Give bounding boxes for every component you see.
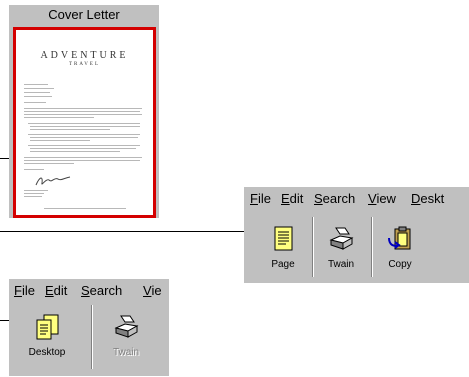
letter-text-line [24, 157, 142, 158]
letter-text-line [24, 92, 50, 93]
letter-text-line [30, 137, 138, 138]
connector-line [0, 231, 244, 232]
menu-search[interactable]: Search [314, 191, 355, 206]
connector-line [0, 320, 9, 321]
letter-text-line [24, 190, 48, 191]
copy-clipboard-icon [388, 226, 411, 250]
letter-text-line [24, 193, 44, 194]
toolbar-panel-small: File Edit Search Vie Desktop Twain [9, 279, 169, 376]
letterhead-brand-name: ADVENTURE [40, 50, 129, 61]
letter-text-line [24, 114, 142, 115]
menu-edit[interactable]: Edit [281, 191, 303, 206]
signature-icon [35, 176, 71, 186]
connector-line [0, 158, 9, 159]
letter-text-line [28, 123, 140, 124]
menu-file[interactable]: File [250, 191, 271, 206]
letter-text-line [24, 169, 44, 170]
page-button-label: Page [271, 259, 295, 270]
page-button[interactable]: Page [258, 221, 308, 273]
letter-text-line [30, 126, 140, 127]
twain-button-label: Twain [327, 259, 355, 270]
menu-search[interactable]: Search [81, 283, 122, 298]
letter-text-line [28, 145, 140, 146]
desktop-button[interactable]: Desktop [21, 309, 73, 361]
letter-text-line [24, 196, 42, 197]
twain-button-label: Twain [112, 347, 140, 358]
desktop-button-label: Desktop [28, 347, 66, 358]
letterhead-brand-sub: TRAVEL [68, 62, 101, 67]
letter-text-line [24, 96, 52, 97]
letter-text-line [24, 117, 94, 118]
toolbar-separator [312, 217, 314, 277]
copy-button-label: Copy [388, 259, 412, 270]
letter-text-line [24, 108, 142, 109]
scanner-icon [329, 227, 354, 250]
letter-text-line [24, 88, 54, 89]
letter-text-line [24, 102, 46, 103]
toolbar-separator [91, 305, 93, 369]
twain-button-disabled[interactable]: Twain [101, 309, 151, 361]
menu-view[interactable]: View [368, 191, 396, 206]
letterhead-logo: ADVENTURE TRAVEL [16, 50, 153, 67]
twain-button[interactable]: Twain [316, 221, 366, 273]
cover-letter-panel: Cover Letter ADVENTURE TRAVEL [9, 5, 159, 218]
copy-button[interactable]: Copy [375, 221, 425, 273]
menu-view[interactable]: Vie [143, 283, 162, 298]
letter-text-line [24, 163, 74, 164]
letter-text-line [24, 84, 48, 85]
letter-text-line [24, 160, 140, 161]
desktop-documents-icon [36, 314, 59, 340]
letter-text-line [24, 111, 140, 112]
letter-text-line [28, 134, 140, 135]
page-icon [274, 226, 293, 251]
menu-file[interactable]: File [14, 283, 35, 298]
menu-edit[interactable]: Edit [45, 283, 67, 298]
letter-text-line [30, 140, 90, 141]
toolbar-separator [371, 217, 373, 277]
menu-desktop[interactable]: Deskt [411, 191, 444, 206]
letter-text-line [30, 151, 120, 152]
letter-footer-line [44, 208, 126, 209]
scanner-icon [114, 315, 139, 338]
toolbar-panel-full: File Edit Search View Deskt Page Twain C… [244, 187, 469, 283]
cover-letter-page: ADVENTURE TRAVEL [13, 27, 156, 218]
cover-letter-title: Cover Letter [48, 7, 120, 22]
letter-text-line [30, 129, 110, 130]
letter-text-line [30, 148, 136, 149]
